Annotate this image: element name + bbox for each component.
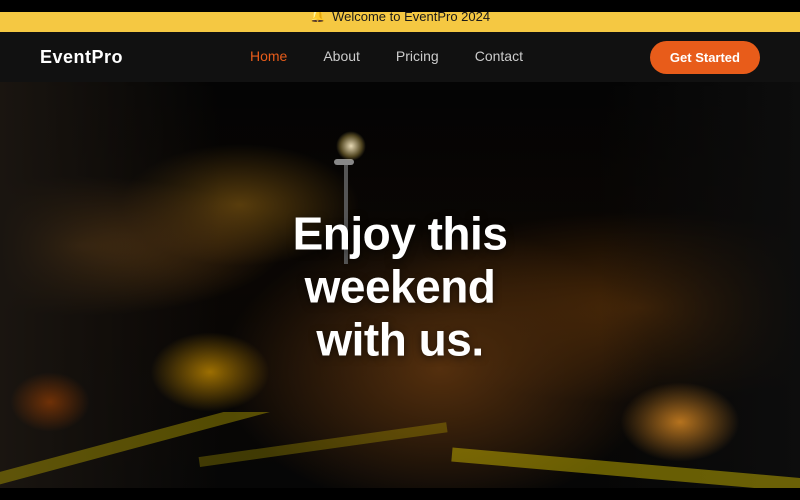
nav-link-contact[interactable]: Contact [475, 48, 523, 64]
hero-heading: Enjoy this weekend with us. [200, 208, 600, 367]
road-line-3 [451, 448, 800, 492]
hero-heading-line1: Enjoy this weekend [293, 208, 508, 313]
road-line-1 [0, 412, 280, 487]
hero-section: Enjoy this weekend with us. [0, 82, 800, 492]
nav-link-pricing[interactable]: Pricing [396, 48, 439, 64]
navbar: EventPro Home About Pricing Contact Get … [0, 32, 800, 82]
logo: EventPro [40, 47, 123, 68]
hero-content: Enjoy this weekend with us. [200, 208, 600, 367]
nav-item-about[interactable]: About [323, 48, 360, 66]
nav-links: Home About Pricing Contact [250, 48, 523, 66]
hero-heading-line2: with us. [316, 313, 483, 365]
get-started-button[interactable]: Get Started [650, 41, 760, 74]
black-strip-top [0, 0, 800, 12]
streetlight-glow [336, 131, 366, 161]
road-markings [0, 412, 800, 492]
nav-item-pricing[interactable]: Pricing [396, 48, 439, 66]
nav-link-about[interactable]: About [323, 48, 360, 64]
nav-item-home[interactable]: Home [250, 48, 287, 66]
black-strip-bottom [0, 488, 800, 500]
nav-item-contact[interactable]: Contact [475, 48, 523, 66]
road-line-2 [199, 422, 448, 467]
nav-link-home[interactable]: Home [250, 48, 287, 64]
